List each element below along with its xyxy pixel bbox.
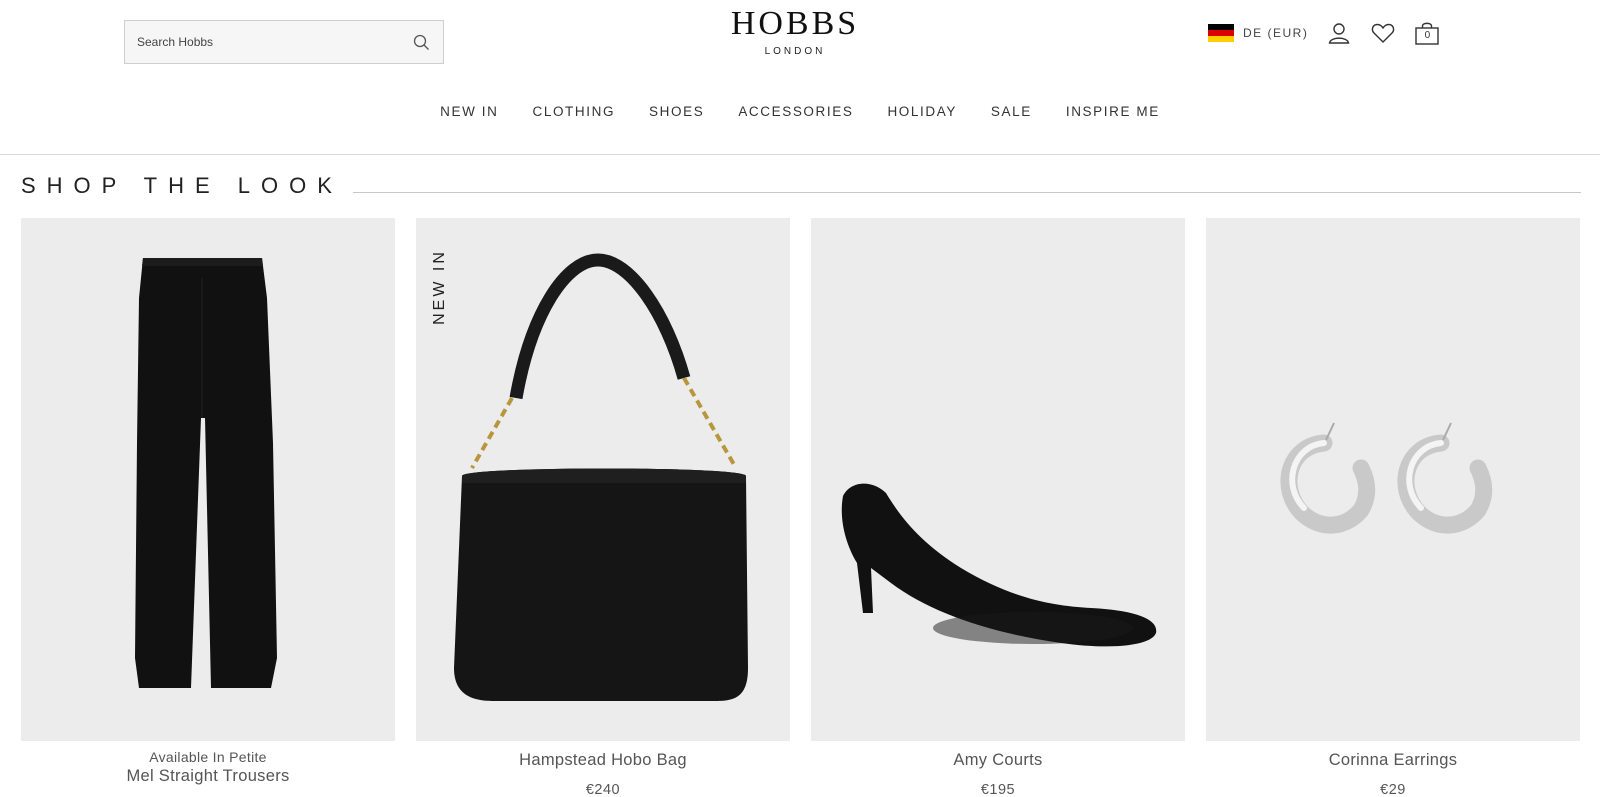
product-card-earrings[interactable]: Corinna Earrings €29 <box>1206 218 1580 797</box>
product-image-trousers[interactable] <box>21 218 395 741</box>
trousers-image <box>135 258 277 688</box>
product-price: €240 <box>585 782 621 797</box>
bag-count: 0 <box>1424 30 1431 41</box>
utility-bar: DE (EUR) 0 <box>1208 18 1458 48</box>
section-title: SHOP THE LOOK <box>21 173 343 198</box>
germany-flag-icon[interactable] <box>1208 24 1234 42</box>
search-icon[interactable] <box>411 32 431 52</box>
earrings-image <box>1280 422 1493 534</box>
product-price: €29 <box>1380 782 1406 797</box>
search-box[interactable] <box>124 20 444 64</box>
product-name[interactable]: Hampstead Hobo Bag <box>416 751 790 770</box>
new-in-badge: NEW IN <box>430 238 450 338</box>
hobbs-logo[interactable]: HOBBS LONDON <box>700 5 890 58</box>
nav-sale[interactable]: SALE <box>991 104 1032 119</box>
nav-shoes[interactable]: SHOES <box>649 104 704 119</box>
product-image-hobo-bag[interactable]: NEW IN <box>416 218 790 741</box>
nav-new-in[interactable]: NEW IN <box>440 104 498 119</box>
product-name[interactable]: Corinna Earrings <box>1206 751 1580 770</box>
product-price: €195 <box>980 782 1016 797</box>
product-note: Available In Petite <box>149 749 267 765</box>
hobo-bag-image <box>454 253 748 701</box>
product-card-trousers[interactable]: Available In Petite Mel Straight Trouser… <box>21 218 395 786</box>
court-shoe-image <box>841 483 1157 647</box>
product-card-courts[interactable]: Amy Courts €195 <box>811 218 1185 797</box>
nav-holiday[interactable]: HOLIDAY <box>887 104 956 119</box>
site-header: HOBBS LONDON DE (EUR) 0 NEW IN CLOTHING … <box>0 0 1600 155</box>
wishlist-heart-icon[interactable] <box>1370 20 1396 46</box>
new-in-badge-text: NEW IN <box>431 249 448 325</box>
shopping-bag-icon[interactable]: 0 <box>1414 20 1440 46</box>
nav-clothing[interactable]: CLOTHING <box>532 104 615 119</box>
nav-accessories[interactable]: ACCESSORIES <box>738 104 853 119</box>
flag-stripe-gold <box>1208 36 1234 42</box>
product-image-courts[interactable] <box>811 218 1185 741</box>
product-name[interactable]: Amy Courts <box>811 751 1185 770</box>
product-card-hobo-bag[interactable]: NEW IN Hampstead Hobo Bag €240 <box>416 218 790 797</box>
shop-the-look-heading-row: SHOP THE LOOK <box>21 172 1581 200</box>
logo-subline: LONDON <box>764 46 826 57</box>
section-divider <box>352 191 1581 193</box>
product-name[interactable]: Mel Straight Trousers <box>21 767 395 786</box>
product-image-earrings[interactable] <box>1206 218 1580 741</box>
account-icon[interactable] <box>1326 20 1352 46</box>
region-selector[interactable]: DE (EUR) <box>1243 26 1308 40</box>
main-navigation: NEW IN CLOTHING SHOES ACCESSORIES HOLIDA… <box>0 104 1600 119</box>
logo-wordmark: HOBBS <box>730 5 860 42</box>
nav-inspire-me[interactable]: INSPIRE ME <box>1066 104 1160 119</box>
search-input[interactable] <box>137 35 411 49</box>
